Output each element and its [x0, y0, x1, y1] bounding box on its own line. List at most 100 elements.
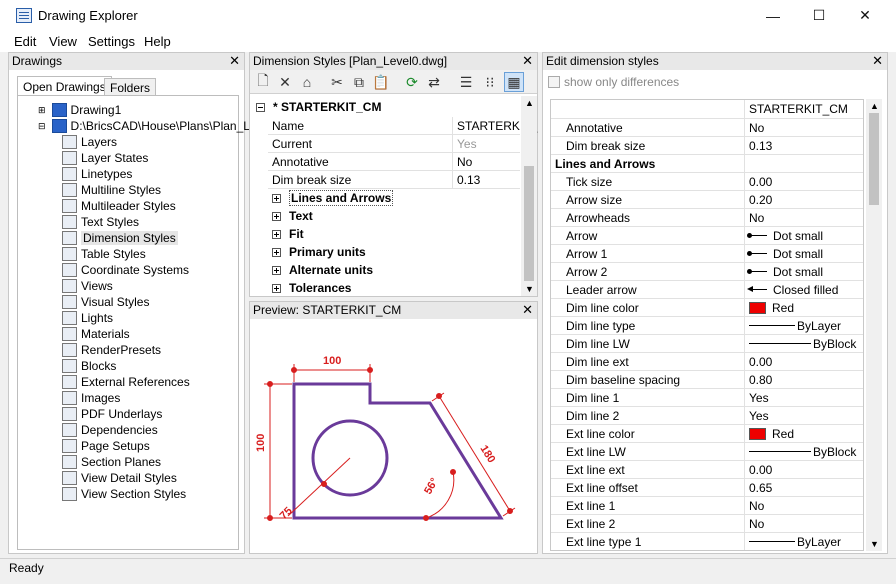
edit-property-row[interactable]: Ext line color Red [551, 424, 863, 443]
edit-property-value[interactable]: 0.00 [744, 172, 772, 191]
tree-item[interactable]: Blocks [62, 358, 116, 374]
scroll-up-icon[interactable]: ▲ [525, 98, 534, 108]
scroll-down-icon[interactable]: ▼ [870, 539, 879, 549]
edit-property-row[interactable]: Ext line offset 0.65 [551, 478, 863, 497]
edit-property-value[interactable]: No [744, 118, 764, 137]
tree-item[interactable]: View Detail Styles [62, 470, 177, 486]
edit-property-row[interactable]: Annotative No [551, 118, 863, 137]
tree-item[interactable]: Visual Styles [62, 294, 149, 310]
purge-icon[interactable]: ⌂ [297, 72, 317, 92]
edit-property-row[interactable]: Leader arrow Closed filled [551, 280, 863, 299]
tree-item[interactable]: RenderPresets [62, 342, 161, 358]
edit-property-value[interactable]: ByLayer [744, 316, 841, 335]
cut-icon[interactable]: ✂ [327, 72, 347, 92]
tree-item[interactable]: Section Planes [62, 454, 161, 470]
edit-property-value[interactable] [744, 154, 749, 173]
edit-property-value[interactable]: Red [744, 298, 794, 317]
edit-property-value[interactable]: Dot small [744, 226, 823, 245]
tree-item[interactable]: Views [62, 278, 113, 294]
tree-item[interactable]: Dimension Styles [62, 230, 178, 246]
edit-property-value[interactable]: ByBlock [744, 334, 856, 353]
edit-property-value[interactable]: Dot small [744, 262, 823, 281]
tree-item[interactable]: Table Styles [62, 246, 146, 262]
paste-icon[interactable]: 📋 [371, 72, 391, 92]
tab-folders[interactable]: Folders [104, 78, 157, 96]
collapse-icon[interactable] [256, 102, 265, 112]
edit-property-value[interactable]: No [744, 514, 764, 533]
edit-property-value[interactable]: 0.00 [744, 352, 772, 371]
tree-item[interactable]: Page Setups [62, 438, 150, 454]
edit-property-row[interactable]: Dim line color Red [551, 298, 863, 317]
edit-property-row[interactable]: Dim line type ByLayer [551, 316, 863, 335]
dimstyle-property-row[interactable]: Dim break size 0.13 [268, 170, 520, 189]
tree-item[interactable]: External References [62, 374, 190, 390]
tree-item[interactable]: Layers [62, 134, 117, 150]
list-view-icon[interactable]: ☰ [456, 72, 476, 92]
close-edit-icon[interactable]: ✕ [872, 53, 883, 69]
expand-icon[interactable] [272, 229, 281, 239]
edit-property-value[interactable]: 0.65 [744, 478, 772, 497]
edit-property-row[interactable]: Ext line 1 No [551, 496, 863, 515]
tree-item[interactable]: PDF Underlays [62, 406, 162, 422]
edit-property-value[interactable]: Dot small [744, 244, 823, 263]
refresh-icon[interactable]: ⇄ [424, 72, 444, 92]
expand-icon[interactable] [272, 247, 281, 257]
close-drawings-icon[interactable]: ✕ [229, 53, 240, 69]
edit-scrollbar[interactable]: ▲ ▼ [866, 99, 882, 551]
tab-open-drawings[interactable]: Open Drawings [17, 76, 112, 96]
edit-property-row[interactable]: Arrow Dot small [551, 226, 863, 245]
edit-property-value[interactable]: Closed filled [744, 280, 838, 299]
edit-property-value[interactable]: Yes [744, 388, 769, 407]
edit-property-row[interactable]: Dim line ext 0.00 [551, 352, 863, 371]
maximize-button[interactable]: ☐ [796, 0, 842, 31]
property-group[interactable]: Tolerances [250, 279, 520, 297]
menu-edit[interactable]: Edit [14, 34, 36, 49]
tree-drawing1[interactable]: ⊞ Drawing1 [38, 102, 121, 118]
tree-item[interactable]: Dependencies [62, 422, 158, 438]
delete-icon[interactable]: ✕ [275, 72, 295, 92]
edit-property-value[interactable]: No [744, 496, 764, 515]
scroll-thumb[interactable] [524, 166, 534, 281]
edit-property-value[interactable]: 0.20 [744, 190, 772, 209]
edit-property-row[interactable]: Dim break size 0.13 [551, 136, 863, 155]
edit-property-value[interactable]: 0.13 [744, 136, 772, 155]
tree-item[interactable]: Coordinate Systems [62, 262, 189, 278]
expand-icon[interactable] [272, 265, 281, 275]
minimize-button[interactable]: — [750, 0, 796, 31]
edit-category-row[interactable]: Lines and Arrows [551, 154, 863, 173]
scroll-thumb[interactable] [869, 113, 879, 205]
close-button[interactable]: ✕ [842, 0, 888, 31]
scroll-down-icon[interactable]: ▼ [525, 284, 534, 294]
edit-property-value[interactable]: No [744, 208, 764, 227]
edit-property-row[interactable]: Arrow 1 Dot small [551, 244, 863, 263]
tree-item[interactable]: Linetypes [62, 166, 132, 182]
edit-property-value[interactable]: ByLayer [744, 532, 841, 550]
edit-property-row[interactable]: Dim line 2 Yes [551, 406, 863, 425]
edit-property-row[interactable]: Ext line 2 No [551, 514, 863, 533]
edit-property-value[interactable]: 0.80 [744, 370, 772, 389]
tree-item[interactable]: Text Styles [62, 214, 139, 230]
close-dimstyles-icon[interactable]: ✕ [522, 53, 533, 69]
tree-file[interactable]: ⊟ D:\BricsCAD\House\Plans\Plan_Lev [38, 118, 263, 134]
edit-property-row[interactable]: Ext line LW ByBlock [551, 442, 863, 461]
details-view-icon[interactable]: ▦ [504, 72, 524, 92]
edit-property-row[interactable]: Tick size 0.00 [551, 172, 863, 191]
icon-view-icon[interactable]: ⁝⁝ [480, 72, 500, 92]
menu-settings[interactable]: Settings [88, 34, 135, 49]
property-group[interactable]: Lines and Arrows [250, 189, 520, 207]
dimstyles-scrollbar[interactable]: ▲ ▼ [521, 96, 537, 296]
scroll-up-icon[interactable]: ▲ [870, 101, 879, 111]
property-group[interactable]: Alternate units [250, 261, 520, 279]
style-header-row[interactable]: * STARTERKIT_CM [250, 98, 520, 116]
tree-item[interactable]: Layer States [62, 150, 148, 166]
show-diff-checkbox[interactable]: show only differences [548, 75, 679, 89]
expand-icon[interactable] [272, 211, 281, 221]
expand-icon[interactable] [272, 283, 281, 293]
edit-property-row[interactable]: Arrow size 0.20 [551, 190, 863, 209]
expand-icon[interactable] [272, 193, 281, 203]
property-group[interactable]: Fit [250, 225, 520, 243]
dimstyle-property-row[interactable]: Current Yes [268, 134, 520, 153]
tree-item[interactable]: Lights [62, 310, 113, 326]
edit-property-value[interactable]: Red [744, 424, 794, 443]
property-group[interactable]: Primary units [250, 243, 520, 261]
